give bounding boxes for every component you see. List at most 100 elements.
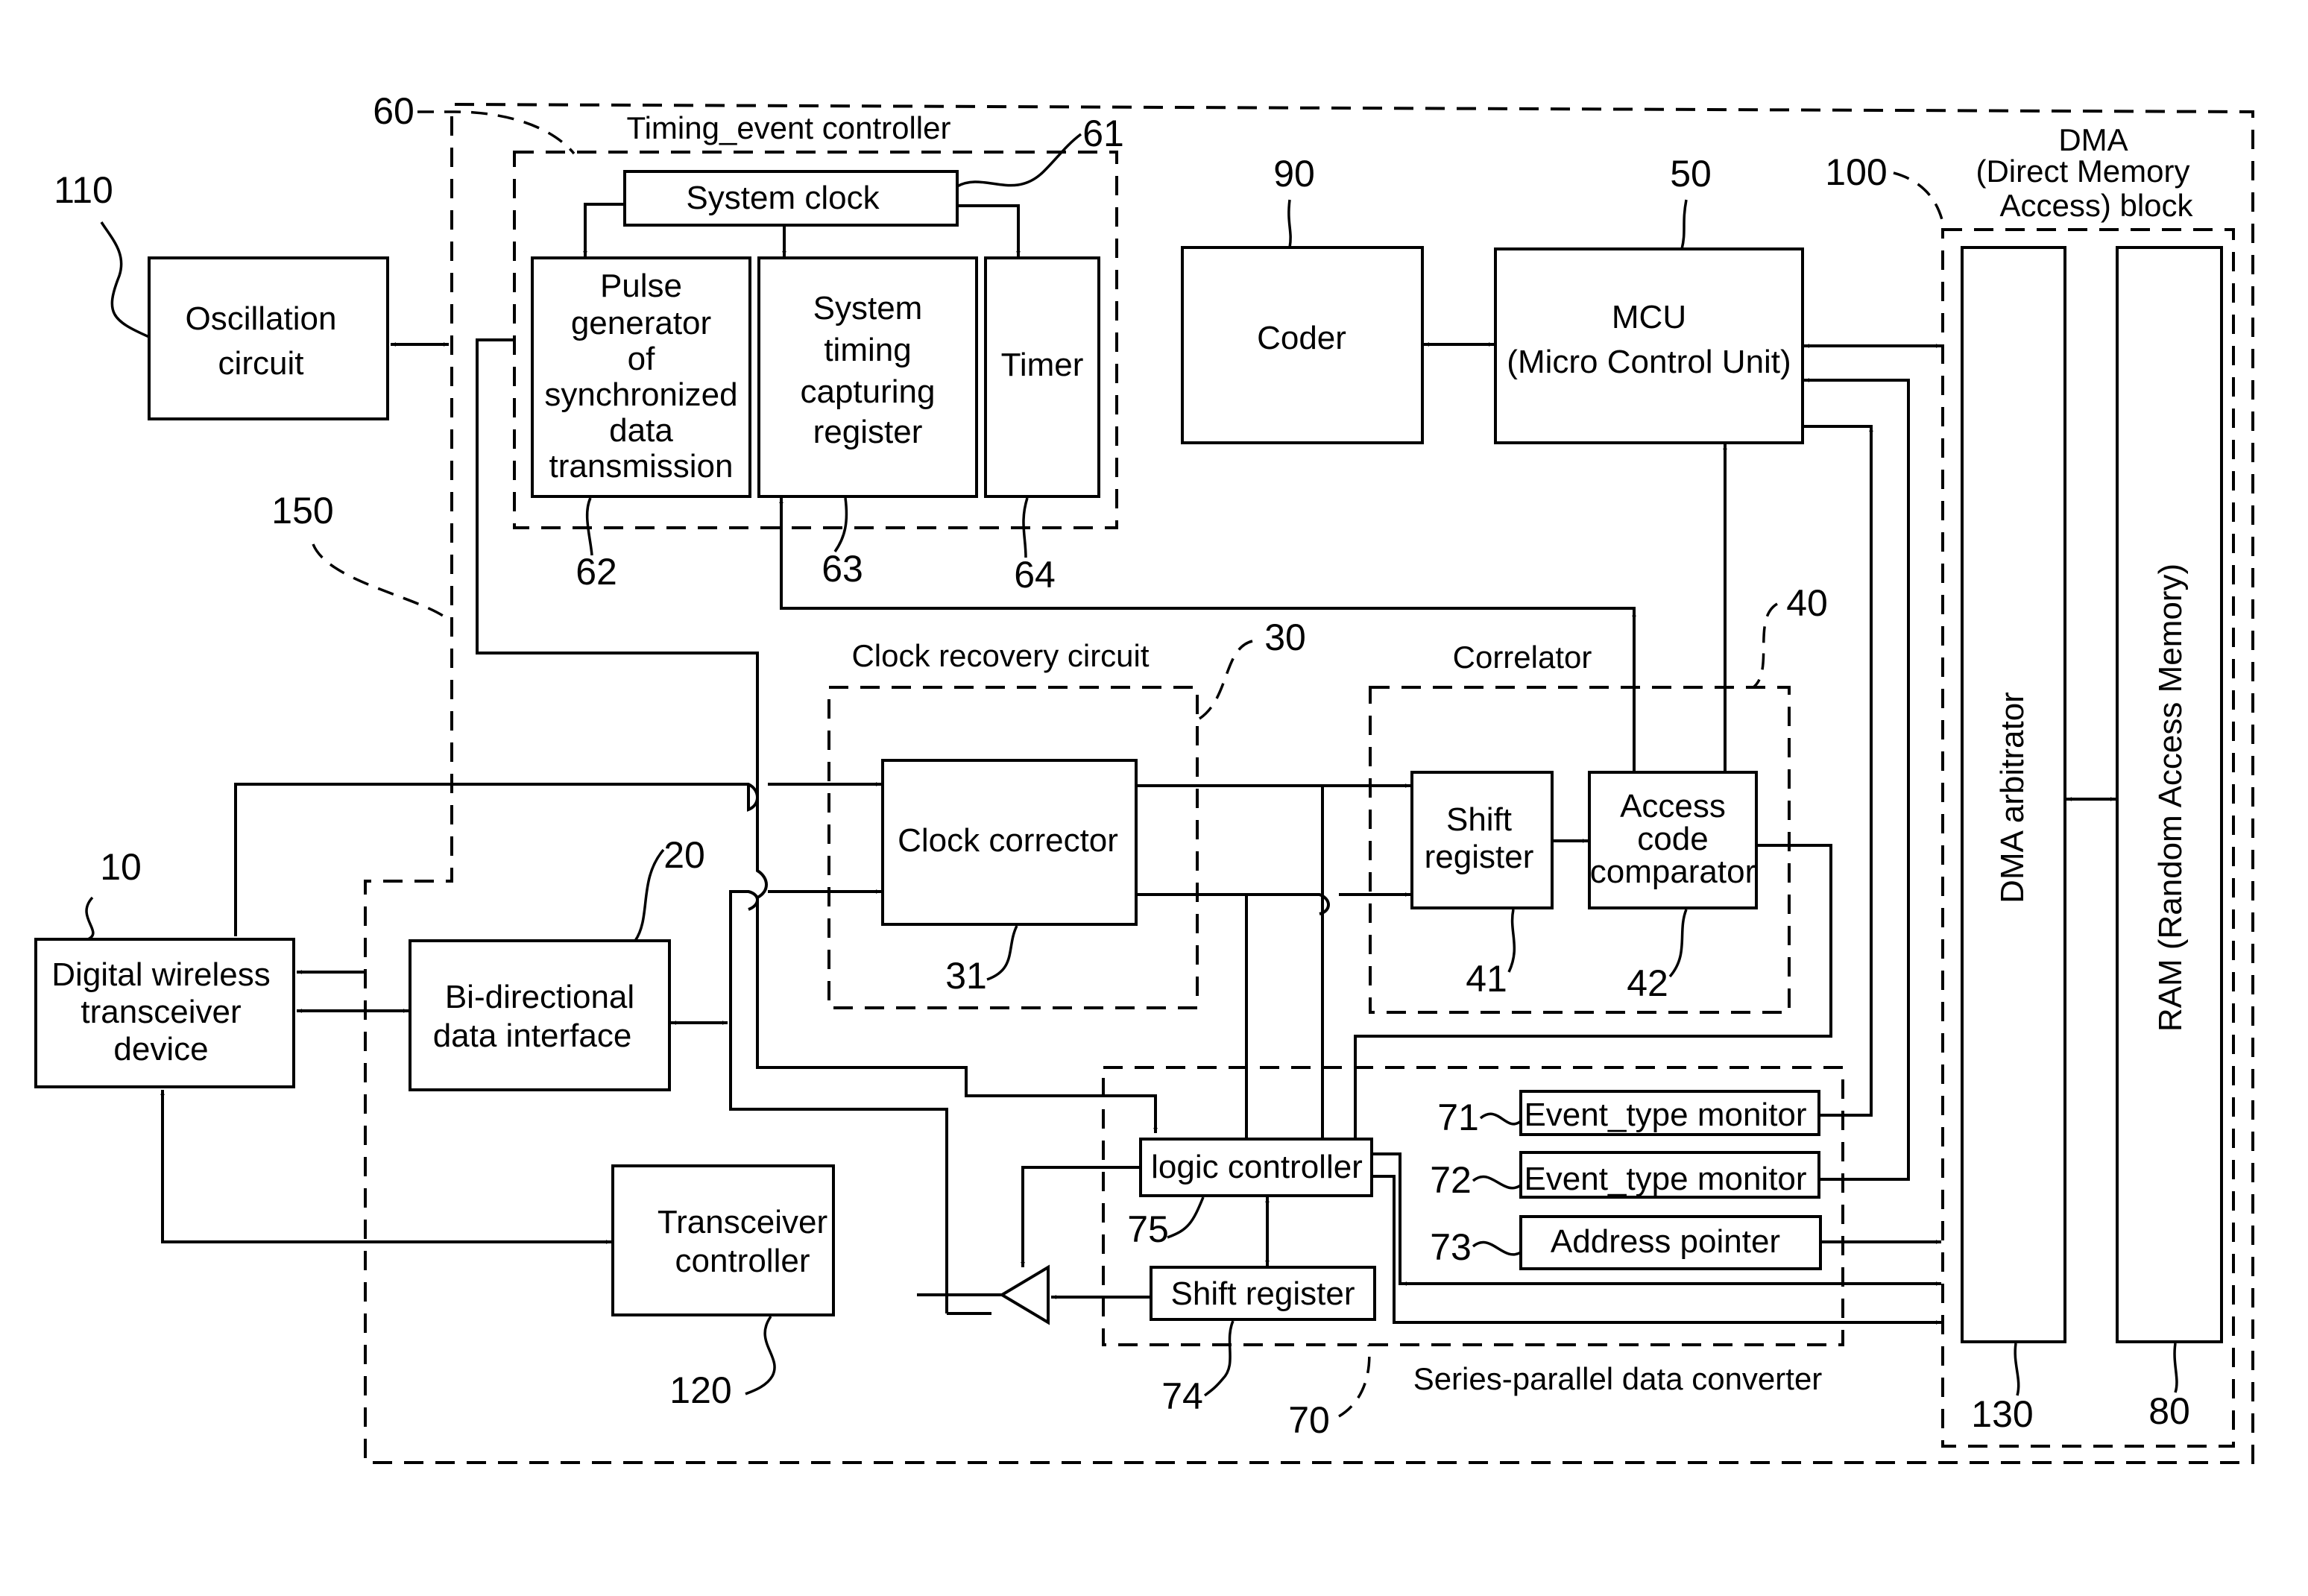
svg-text:System: System — [813, 290, 923, 327]
leader-50 — [1680, 199, 1688, 250]
ref-30: 30 — [1264, 616, 1306, 658]
shift-register-41-label-1: Shift — [1446, 801, 1512, 838]
clock-recovery-title: Clock recovery circuit — [851, 638, 1149, 673]
transceiver-device-label-3: device — [113, 1031, 208, 1067]
series-parallel-title: Series-parallel data converter — [1413, 1361, 1823, 1396]
svg-text:Pulse: Pulse — [600, 268, 682, 304]
ref-74: 74 — [1161, 1375, 1203, 1417]
leader-75 — [1167, 1196, 1205, 1239]
shift-register-41-label-2: register — [1425, 839, 1534, 875]
timer-label: Timer — [1001, 347, 1084, 383]
leader-90 — [1287, 199, 1292, 248]
ref-100: 100 — [1825, 151, 1887, 193]
wire-interface-to-corrector — [729, 892, 881, 1026]
svg-text:register: register — [813, 414, 923, 450]
ref-70: 70 — [1288, 1399, 1330, 1441]
clock-corrector-label: Clock corrector — [898, 822, 1118, 859]
mcu-label-1: MCU — [1612, 299, 1686, 335]
ref-63: 63 — [822, 548, 863, 590]
svg-text:data: data — [609, 412, 673, 449]
leader-20 — [634, 848, 665, 941]
wire-monitor71-arrow — [1820, 426, 1873, 1117]
ref-150: 150 — [271, 490, 333, 532]
wire-logic-to-buffer — [1021, 1166, 1139, 1267]
dma-title-2: (Direct Memory — [1976, 154, 2189, 189]
svg-text:capturing: capturing — [800, 373, 935, 410]
access-code-comparator-label-3: comparator — [1590, 854, 1756, 890]
transceiver-controller-label-1: Transceiver — [658, 1204, 827, 1240]
ref-130: 130 — [1971, 1393, 2033, 1435]
leader-120 — [745, 1315, 776, 1395]
wire-transceiver-to-controller — [160, 1090, 611, 1244]
leader-61 — [956, 133, 1082, 188]
leader-73 — [1472, 1240, 1522, 1256]
svg-text:of: of — [628, 341, 655, 377]
ref-61: 61 — [1082, 113, 1124, 154]
ref-64: 64 — [1014, 554, 1056, 596]
transceiver-controller-block — [611, 1164, 835, 1316]
ref-42: 42 — [1627, 962, 1668, 1004]
wire-clock-to-timer — [957, 204, 1021, 256]
ref-50: 50 — [1670, 153, 1712, 195]
leader-63 — [833, 497, 848, 553]
block-diagram: marker#ah { } 150 60 Timing_event contro… — [34, 90, 2254, 1464]
ref-71: 71 — [1437, 1097, 1479, 1138]
ref-120: 120 — [669, 1369, 731, 1411]
ref-110: 110 — [54, 169, 113, 211]
ref-20: 20 — [663, 834, 705, 876]
ref-73: 73 — [1430, 1226, 1472, 1268]
leader-74 — [1203, 1320, 1235, 1397]
logic-controller-label: logic controller — [1151, 1149, 1363, 1185]
ref-90: 90 — [1273, 153, 1315, 195]
dma-title-3: Access) block — [1999, 188, 2193, 223]
access-code-comparator-label-2: code — [1637, 821, 1708, 857]
shift-register-74-label: Shift register — [1171, 1275, 1355, 1312]
wire-transceiver-to-corrector — [234, 784, 881, 936]
leader-130 — [2014, 1343, 2020, 1396]
leader-40 — [1752, 602, 1778, 689]
svg-text:synchronized: synchronized — [544, 376, 737, 413]
leader-110 — [100, 221, 150, 338]
bidirectional-interface-label-2: data interface — [433, 1018, 632, 1054]
wire-mcu-to-monitor71 — [1803, 425, 1873, 1117]
wire-comparator-to-register — [779, 498, 1636, 772]
mcu-label-2: (Micro Control Unit) — [1507, 344, 1791, 380]
leader-72 — [1472, 1175, 1522, 1190]
dma-title-1: DMA — [2058, 122, 2128, 157]
event-type-monitor-72-label: Event_type monitor — [1524, 1161, 1806, 1197]
ref-41: 41 — [1466, 958, 1507, 1000]
leader-150 — [312, 543, 449, 620]
ref-10: 10 — [100, 846, 142, 888]
oscillation-circuit-block — [148, 256, 389, 420]
buffer-triangle-icon — [999, 1264, 1050, 1325]
transceiver-controller-label-2: controller — [675, 1243, 810, 1279]
bidirectional-interface-label-1: Bi-directional — [445, 979, 634, 1015]
transceiver-device-label-1: Digital wireless — [51, 956, 270, 993]
ref-75: 75 — [1127, 1208, 1169, 1250]
oscillation-circuit-label-2: circuit — [218, 345, 304, 382]
leader-42 — [1668, 909, 1688, 978]
ref-31: 31 — [945, 955, 987, 997]
ram-label: RAM (Random Access Memory) — [2152, 564, 2189, 1032]
address-pointer-label: Address pointer — [1551, 1223, 1780, 1260]
leader-80 — [2173, 1343, 2178, 1393]
system-clock-label: System clock — [686, 180, 880, 216]
event-type-monitor-71-label: Event_type monitor — [1524, 1097, 1806, 1133]
leader-60 — [417, 110, 576, 155]
leader-70 — [1338, 1344, 1371, 1418]
access-code-comparator-label-1: Access — [1620, 788, 1726, 824]
wire-clock-to-pulse — [583, 203, 625, 256]
leader-31 — [986, 925, 1018, 981]
svg-text:generator: generator — [571, 305, 711, 341]
svg-text:transmission: transmission — [549, 448, 734, 485]
ref-62: 62 — [576, 551, 617, 593]
ref-40: 40 — [1786, 582, 1828, 624]
leader-41 — [1507, 909, 1516, 973]
ref-72: 72 — [1430, 1159, 1472, 1201]
wire-monitor72-to-mcu — [1804, 378, 1910, 1181]
correlator-title: Correlator — [1453, 640, 1592, 675]
leader-71 — [1479, 1112, 1522, 1126]
leader-100 — [1893, 171, 1946, 230]
leader-10 — [85, 896, 95, 941]
coder-label: Coder — [1257, 320, 1346, 356]
